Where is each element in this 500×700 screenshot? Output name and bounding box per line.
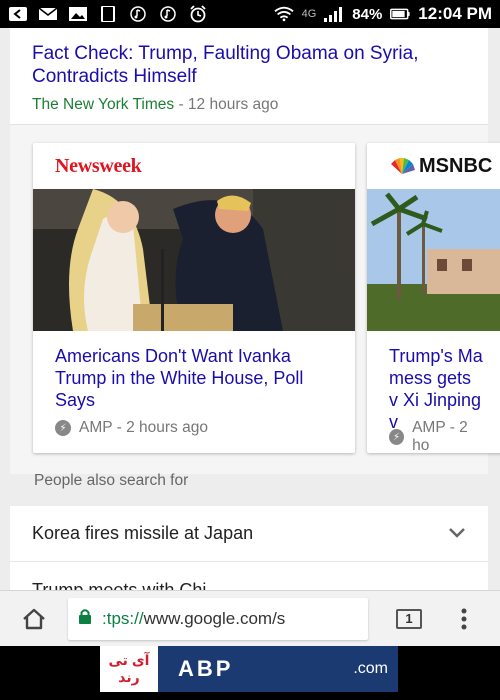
news-headline[interactable]: Americans Don't Want Ivanka Trump in the… [33, 331, 355, 419]
publisher-logo: Newsweek [33, 143, 355, 189]
ad-banner[interactable]: آی تی رند ABP .com [100, 646, 398, 692]
home-icon[interactable] [14, 599, 54, 639]
back-arrow-icon [8, 6, 28, 22]
peacock-icon [391, 158, 415, 174]
publisher-logo: MSNBC [367, 143, 500, 189]
music-icon [128, 6, 148, 22]
top-story-meta: The New York Times - 12 hours ago [32, 96, 466, 114]
network-type: 4G [301, 8, 317, 20]
overflow-menu-icon[interactable] [444, 599, 484, 639]
wifi-icon [273, 6, 294, 22]
chevron-down-icon[interactable] [448, 523, 466, 544]
news-meta-text: AMP - 2 ho [412, 419, 468, 453]
news-meta: ⚡ AMP - 2 hours ago [33, 419, 355, 437]
news-thumbnail[interactable] [367, 189, 500, 331]
news-thumbnail[interactable] [33, 189, 355, 331]
browser-toolbar: :tps://www.google.com/s 1 [0, 590, 500, 646]
msnbc-logo: MSNBC [389, 155, 492, 178]
amp-icon: ⚡ [389, 429, 405, 445]
ad-area: آی تی رند ABP .com [0, 646, 500, 700]
newsweek-logo: Newsweek [55, 154, 142, 177]
top-story-source: The New York Times [32, 96, 175, 113]
url-text[interactable]: :tps://www.google.com/s [102, 609, 285, 629]
ad-logo: ABP [178, 656, 234, 681]
news-headline[interactable]: Trump's Ma mess gets v Xi Jinping v [367, 331, 500, 432]
photo-mar-a-lago [367, 189, 500, 331]
related-search-item[interactable]: Trump meets with Chi [10, 562, 488, 590]
lock-icon [78, 608, 92, 629]
mail-icon [38, 6, 58, 22]
related-search-text: Korea fires missile at Japan [32, 523, 254, 543]
clock: 12:04 PM [418, 4, 492, 23]
people-also-search-label: People also search for [34, 472, 189, 489]
related-search-item[interactable]: Korea fires missile at Japan [10, 506, 488, 562]
top-story-time: - 12 hours ago [174, 96, 279, 113]
news-meta-text: AMP - 2 hours ago [79, 419, 208, 436]
gallery-icon [68, 6, 88, 22]
related-search-text: Trump meets with Chi [32, 580, 207, 590]
music-icon-2 [158, 6, 178, 22]
ad-domain-suffix: .com [353, 660, 388, 677]
msnbc-wordmark: MSNBC [419, 154, 493, 177]
battery-icon [390, 6, 410, 22]
alarm-icon [188, 5, 208, 23]
status-bar: 4G 84% 12:04 PM [0, 0, 500, 28]
top-story-title[interactable]: Fact Check: Trump, Faulting Obama on Syr… [32, 42, 466, 88]
news-meta: ⚡ AMP - 2 ho [367, 419, 500, 453]
url-host: www.google.com/s [143, 608, 286, 628]
news-card-msnbc[interactable]: MSNBC Trump's Ma mess gets v Xi Jinping … [367, 143, 500, 453]
tab-switcher-button[interactable]: 1 [396, 608, 422, 629]
photo-ivanka-trump [33, 189, 355, 331]
battery-percent: 84% [352, 5, 383, 23]
phone-icon [98, 6, 118, 22]
search-results-page: Fact Check: Trump, Faulting Obama on Syr… [0, 28, 500, 590]
signal-icon [324, 6, 344, 22]
amp-icon: ⚡ [55, 420, 71, 436]
news-carousel[interactable]: Newsweek Americans Don't Want Ivanka Tru… [10, 124, 500, 474]
people-also-search-list: Korea fires missile at Japan Trump meets… [10, 506, 488, 590]
top-story-card[interactable]: Fact Check: Trump, Faulting Obama on Syr… [10, 28, 488, 124]
url-bar[interactable]: :tps://www.google.com/s [68, 597, 368, 640]
url-scheme: :tps:// [102, 608, 144, 628]
ad-persian-text: آی تی رند [108, 652, 150, 685]
news-card-newsweek[interactable]: Newsweek Americans Don't Want Ivanka Tru… [33, 143, 355, 453]
